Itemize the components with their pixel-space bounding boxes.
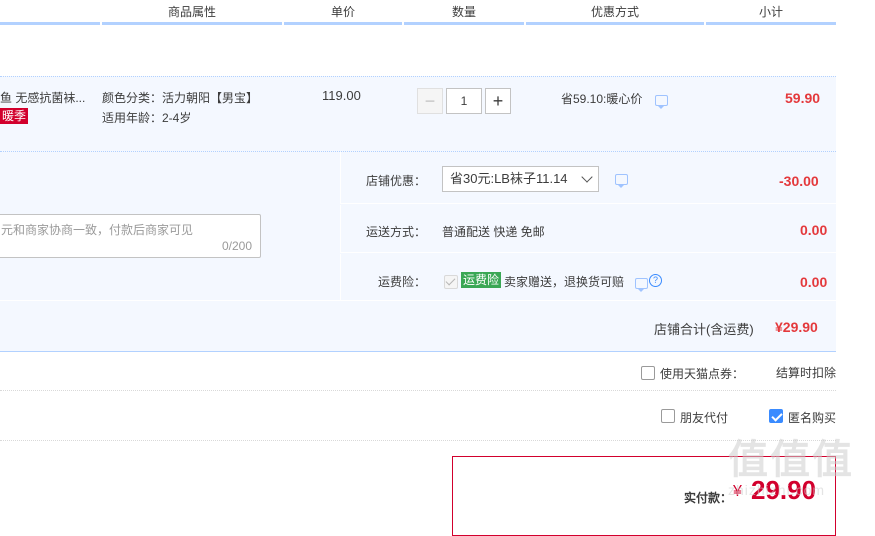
item-subtotal: 59.90	[785, 90, 821, 106]
shipping-amount: 0.00	[800, 222, 828, 238]
qty-input[interactable]: 1	[446, 88, 482, 114]
watermark-logo: 值值值 zhizhizhi.com	[728, 438, 854, 498]
shop-discount-select[interactable]: 省30元:LB袜子11.14	[442, 166, 599, 192]
divider	[0, 390, 836, 391]
item-unit-price: 119.00	[322, 88, 361, 103]
shop-total-label: 店铺合计(含运费)	[654, 322, 754, 337]
seller-message-input[interactable]: 元和商家协商一致，付款后商家可见 0/200	[0, 214, 261, 258]
table-header: 商品属性 单价 数量 优惠方式 小计	[0, 0, 836, 25]
friend-pay-label: 朋友代付	[680, 411, 729, 425]
check-icon	[771, 410, 783, 422]
cart-item-row: 鱼 无感抗菌袜... 暖季 颜色分类：活力朝阳【男宝】 适用年龄：2-4岁 11…	[0, 76, 836, 152]
insurance-desc: 卖家赠送，退换货可赔	[504, 275, 625, 289]
help-icon[interactable]: ?	[649, 274, 662, 287]
divider	[0, 440, 836, 441]
message-char-count: 0/200	[221, 239, 252, 253]
chat-icon[interactable]	[635, 278, 648, 292]
item-badge-label: 暖季	[0, 108, 29, 124]
shop-discount-label: 店铺优惠：	[366, 174, 427, 188]
header-line	[404, 22, 524, 25]
friend-pay-checkbox[interactable]	[661, 409, 675, 423]
header-line	[102, 22, 282, 25]
item-season-badge: 暖季	[0, 108, 29, 124]
header-subtotal: 小计	[758, 5, 783, 19]
header-qty: 数量	[451, 5, 476, 19]
insurance-amount: 0.00	[800, 274, 828, 290]
tmall-points-label: 使用天猫点券：	[660, 367, 745, 381]
chat-icon[interactable]	[615, 174, 628, 188]
qty-decrease-button[interactable]: −	[417, 88, 443, 114]
shop-total-value: ¥29.90	[775, 319, 818, 335]
anonymous-checkbox[interactable]	[769, 409, 783, 423]
chat-icon[interactable]	[655, 95, 668, 109]
header-attr: 商品属性	[167, 5, 216, 19]
shop-summary: 元和商家协商一致，付款后商家可见 0/200 店铺优惠： 省30元:LB袜子11…	[0, 152, 836, 300]
header-line	[526, 22, 704, 25]
item-attr-color: 颜色分类：活力朝阳【男宝】	[102, 91, 259, 105]
shop-discount-amount: -30.00	[779, 173, 819, 189]
chevron-down-icon	[581, 171, 593, 183]
insurance-label: 运费险：	[378, 275, 427, 289]
shop-discount-value: 省30元:LB袜子11.14	[450, 171, 568, 186]
header-promo: 优惠方式	[590, 5, 639, 19]
check-icon	[445, 275, 456, 286]
shipping-row: 运送方式： 普通配送 快递 免邮 0.00	[340, 205, 836, 253]
tmall-points-checkbox[interactable]	[641, 366, 655, 380]
insurance-row: 运费险： 运费险 卖家赠送，退换货可赔 ? 0.00	[340, 254, 836, 300]
anonymous-label: 匿名购买	[788, 411, 837, 425]
item-promo: 省59.10:暖心价	[561, 92, 643, 106]
shipping-label: 运送方式：	[366, 225, 427, 239]
tmall-points-note: 结算时扣除	[776, 366, 837, 380]
payment-label: 实付款：	[684, 491, 733, 505]
shop-total-row: 店铺合计(含运费) ¥29.90	[0, 300, 836, 352]
item-attr-age: 适用年龄：2-4岁	[102, 111, 192, 125]
shop-discount-row: 店铺优惠： 省30元:LB袜子11.14 -30.00	[340, 152, 836, 204]
message-placeholder: 元和商家协商一致，付款后商家可见	[1, 223, 194, 237]
header-line	[284, 22, 402, 25]
insurance-tag-label: 运费险	[461, 272, 502, 288]
shipping-value: 普通配送 快递 免邮	[442, 225, 545, 239]
item-title[interactable]: 鱼 无感抗菌袜...	[0, 89, 85, 106]
header-line	[706, 22, 836, 25]
header-line	[0, 22, 100, 25]
insurance-checkbox[interactable]	[444, 275, 458, 289]
insurance-tag: 运费险	[461, 272, 502, 288]
qty-increase-button[interactable]: +	[485, 88, 511, 114]
header-price: 单价	[330, 5, 355, 19]
